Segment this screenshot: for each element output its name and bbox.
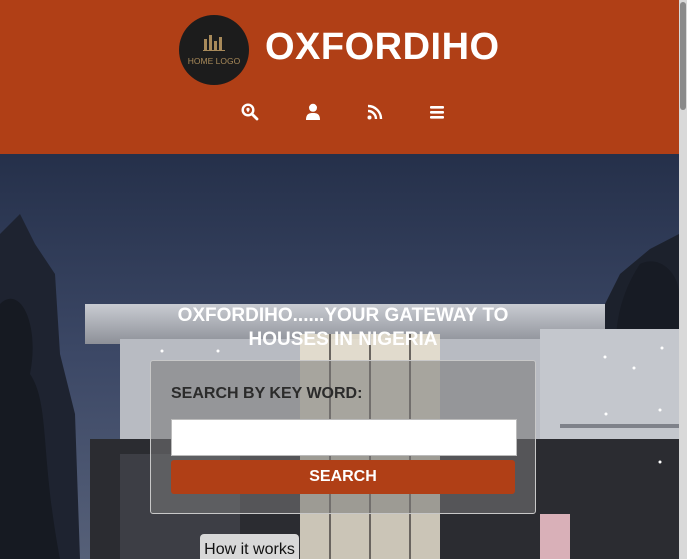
tagline-line-2: HOUSES IN NIGERIA [248,329,438,350]
logo-text: HOME LOGO [187,56,241,66]
search-button[interactable]: SEARCH [171,460,515,494]
hero-tagline: OXFORDIHO......YOUR GATEWAY TO HOUSES IN… [150,304,536,352]
keyword-search-form: SEARCH BY KEY WORD: SEARCH [150,360,536,514]
menu-icon[interactable] [428,103,446,121]
scrollbar-thumb[interactable] [680,2,686,110]
site-header: HOME LOGO OXFORDIHO [0,0,679,154]
tagline-line-1: OXFORDIHO......YOUR GATEWAY TO [177,305,509,326]
hero-section: OXFORDIHO......YOUR GATEWAY TO HOUSES IN… [0,154,679,559]
how-it-works-button[interactable]: How it works [200,534,299,559]
user-icon[interactable] [304,103,322,121]
page-scrollbar[interactable] [679,0,687,559]
search-label: SEARCH BY KEY WORD: [171,385,363,402]
search-location-icon[interactable] [241,103,259,121]
building-bars-icon [203,35,225,51]
keyword-search-input[interactable] [171,419,517,456]
site-brand[interactable]: OXFORDIHO [265,26,500,69]
home-logo[interactable]: HOME LOGO [179,15,249,85]
rss-icon[interactable] [366,103,384,121]
